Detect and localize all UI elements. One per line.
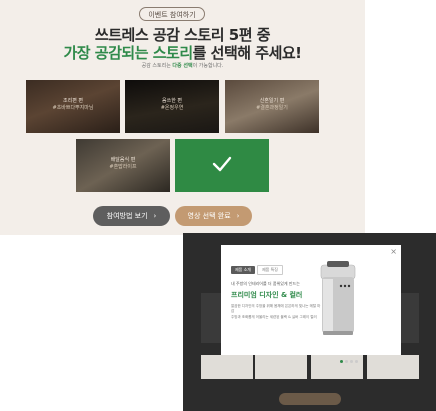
story-title: 신혼일기 편 [259,98,285,104]
how-to-participate-button[interactable]: 참여방법 보기 › [93,206,170,226]
story-caption: 신혼일기 편 #결혼과정일기 [225,98,319,112]
selection-complete-button[interactable]: 영상 선택 완료 › [175,206,252,226]
modal-body-2: 주방과 조화롭게 어울리는 세련된 블랙 & 실버 그레이 컬러 [231,315,317,319]
chevron-right-icon: › [236,212,240,220]
done-label: 영상 선택 완료 [187,212,231,220]
food-waste-disposer-image [320,261,356,335]
story-caption: 조리편 편 #초바쁘다뿌지마님 [26,98,120,112]
background-card-label [255,355,307,379]
tab-product-features[interactable]: 제품 특징 [257,265,283,275]
hint-prefix: 공감 스토리는 [141,63,173,69]
story-card-5-selected[interactable] [175,139,269,192]
story-title: 음쓰한 편 [162,98,182,104]
title-highlight: 가장 공감되는 스토리 [63,44,193,62]
modal-tabs: 제품 소개 제품 특징 [231,265,283,275]
carousel-dots [340,348,360,367]
story-title: 배달음식 편 [110,157,136,163]
checkmark-icon [212,156,232,172]
event-title-line2: 가장 공감되는 스토리를 선택해 주세요! [0,42,365,63]
event-panel: 이벤트 참여하기 쓰트레스 공감 스토리 5편 중 가장 공감되는 스토리를 선… [0,0,365,235]
chevron-right-icon: › [153,212,157,220]
story-card-3[interactable]: 신혼일기 편 #결혼과정일기 [225,80,319,133]
story-tag: #혼밥라이프 [109,164,137,170]
story-card-1[interactable]: 조리편 편 #초바쁘다뿌지마님 [26,80,120,133]
story-card-4[interactable]: 배달음식 편 #혼밥라이프 [76,139,170,192]
story-caption: 배달음식 편 #혼밥라이프 [76,157,170,171]
hint-suffix: 이 가능합니다. [192,63,224,69]
story-caption: 음쓰한 편 #온정우연 [125,98,219,112]
modal-subheading: 내 주방의 인테리어를 더 품위있게 만드는 [231,281,300,286]
carousel-dot[interactable] [350,360,353,363]
product-modal: × 제품 소개 제품 특징 내 주방의 인테리어를 더 품위있게 만드는 프리미엄… [221,245,401,355]
title-rest: 를 선택해 주세요! [192,44,302,62]
selection-hint: 공감 스토리는 다중 선택이 가능합니다. [0,62,365,69]
background-card-label [367,355,419,379]
hint-bold: 다중 선택 [172,63,193,69]
modal-body-1: 깔끔한 디자인의 주방을 위해 몸체에 은은하게 빛나는 메탈 마감 [231,304,321,313]
event-tag: 이벤트 참여하기 [139,7,205,21]
background-button [279,393,341,405]
carousel-dot[interactable] [345,360,348,363]
background-card-label [201,355,253,379]
carousel-dot[interactable] [355,360,358,363]
story-tag: #온정우연 [160,105,184,111]
story-card-2[interactable]: 음쓰한 편 #온정우연 [125,80,219,133]
story-tag: #초바쁘다뿌지마님 [52,105,94,111]
tab-product-intro[interactable]: 제품 소개 [231,266,255,274]
guide-label: 참여방법 보기 [106,212,148,220]
close-icon[interactable]: × [390,247,397,256]
carousel-dot[interactable] [340,360,343,363]
story-title: 조리편 편 [63,98,83,104]
story-tag: #결혼과정일기 [256,105,288,111]
modal-headline: 프리미엄 디자인 & 컬러 [231,291,303,299]
